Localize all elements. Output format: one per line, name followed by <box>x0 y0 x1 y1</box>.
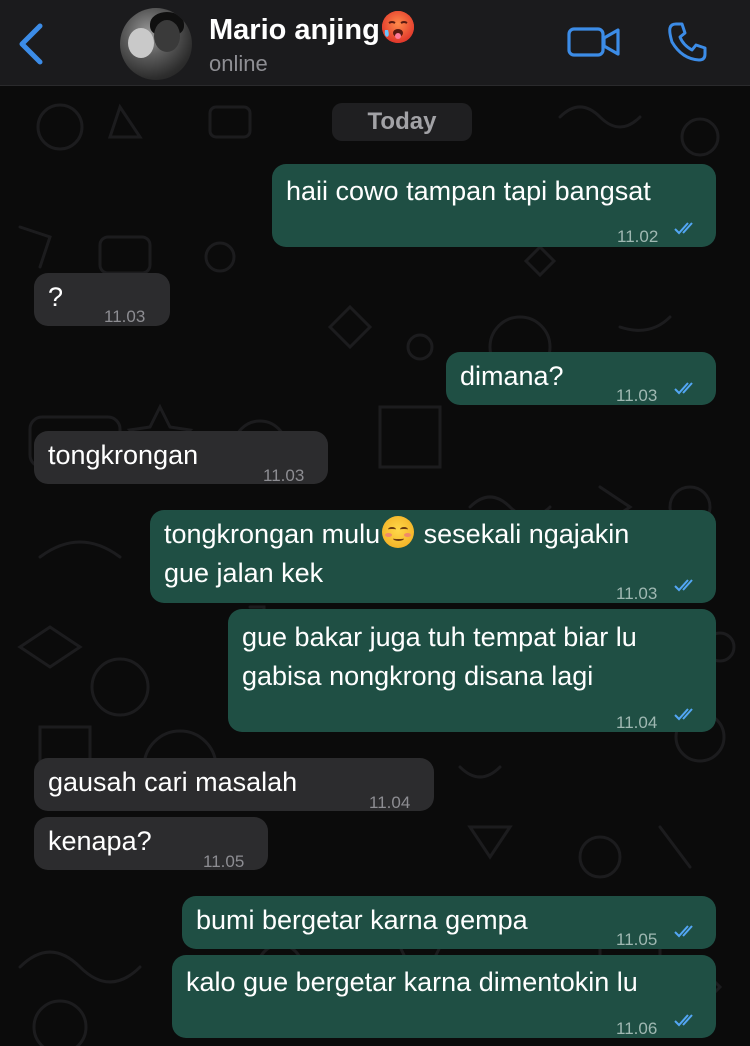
double-check-icon <box>674 925 693 938</box>
message-bubble-outgoing[interactable]: tongkrongan mulu sesekali ngajakin gue j… <box>150 510 716 603</box>
contact-name[interactable]: Mario anjing <box>209 10 415 47</box>
contact-status: online <box>209 51 268 76</box>
message-time: 11.03 <box>104 307 146 326</box>
chat-area[interactable]: Today haii cowo tampan tapi bangsat 11.0… <box>0 87 750 1046</box>
message-text: dimana? <box>460 361 564 391</box>
back-chevron-icon[interactable] <box>14 20 50 68</box>
date-separator: Today <box>332 103 472 141</box>
message-text-part: tongkrongan mulu <box>164 519 381 549</box>
hot-face-emoji-icon <box>381 11 414 43</box>
message-time: 11.06 <box>616 1019 658 1038</box>
message-time: 11.03 <box>263 466 305 485</box>
message-time: 11.05 <box>203 852 245 871</box>
message-bubble-outgoing[interactable]: gue bakar juga tuh tempat biar lu gabisa… <box>228 609 716 732</box>
message-text: haii cowo tampan tapi bangsat <box>286 176 651 206</box>
message-bubble-outgoing[interactable]: dimana? 11.03 <box>446 352 716 405</box>
message-text: kalo gue bergetar karna dimentokin lu <box>186 967 638 997</box>
message-text-line2: gue jalan kek <box>164 558 324 588</box>
double-check-icon <box>674 1014 693 1027</box>
message-bubble-incoming[interactable]: gausah cari masalah 11.04 <box>34 758 434 812</box>
message-bubble-outgoing[interactable]: bumi bergetar karna gempa 11.05 <box>182 896 716 949</box>
message-time: 11.02 <box>617 227 659 246</box>
message-time: 11.05 <box>616 930 658 949</box>
message-text: tongkrongan mulu sesekali ngajakin <box>164 515 629 554</box>
double-check-icon <box>674 708 693 721</box>
message-text: ? <box>48 282 64 312</box>
double-check-icon <box>674 579 693 592</box>
message-bubble-incoming[interactable]: kenapa? 11.05 <box>34 817 268 871</box>
message-time: 11.03 <box>616 584 658 603</box>
message-time: 11.04 <box>369 793 411 812</box>
avatar[interactable] <box>120 8 192 80</box>
smirk-emoji-icon <box>382 516 415 548</box>
message-time: 11.03 <box>616 386 658 405</box>
chat-header: Mario anjing online <box>0 0 750 86</box>
message-bubble-outgoing[interactable]: haii cowo tampan tapi bangsat 11.02 <box>272 164 716 247</box>
video-camera-icon[interactable] <box>566 22 622 62</box>
phone-icon[interactable] <box>664 18 712 66</box>
message-text: gausah cari masalah <box>48 767 298 797</box>
message-bubble-incoming[interactable]: tongkrongan 11.03 <box>34 431 328 485</box>
message-text-line2: gabisa nongkrong disana lagi <box>242 661 594 691</box>
message-time: 11.04 <box>616 713 658 732</box>
message-text: tongkrongan <box>48 440 199 470</box>
message-text: kenapa? <box>48 826 152 856</box>
double-check-icon <box>674 222 693 235</box>
message-text: bumi bergetar karna gempa <box>196 905 528 935</box>
double-check-icon <box>674 382 693 395</box>
message-text-line1: gue bakar juga tuh tempat biar lu <box>242 622 637 652</box>
contact-name-text: Mario anjing <box>209 14 380 46</box>
message-bubble-incoming[interactable]: ? 11.03 <box>34 273 170 326</box>
message-bubble-outgoing[interactable]: kalo gue bergetar karna dimentokin lu 11… <box>172 955 716 1038</box>
message-text-part: sesekali ngajakin <box>416 519 630 549</box>
